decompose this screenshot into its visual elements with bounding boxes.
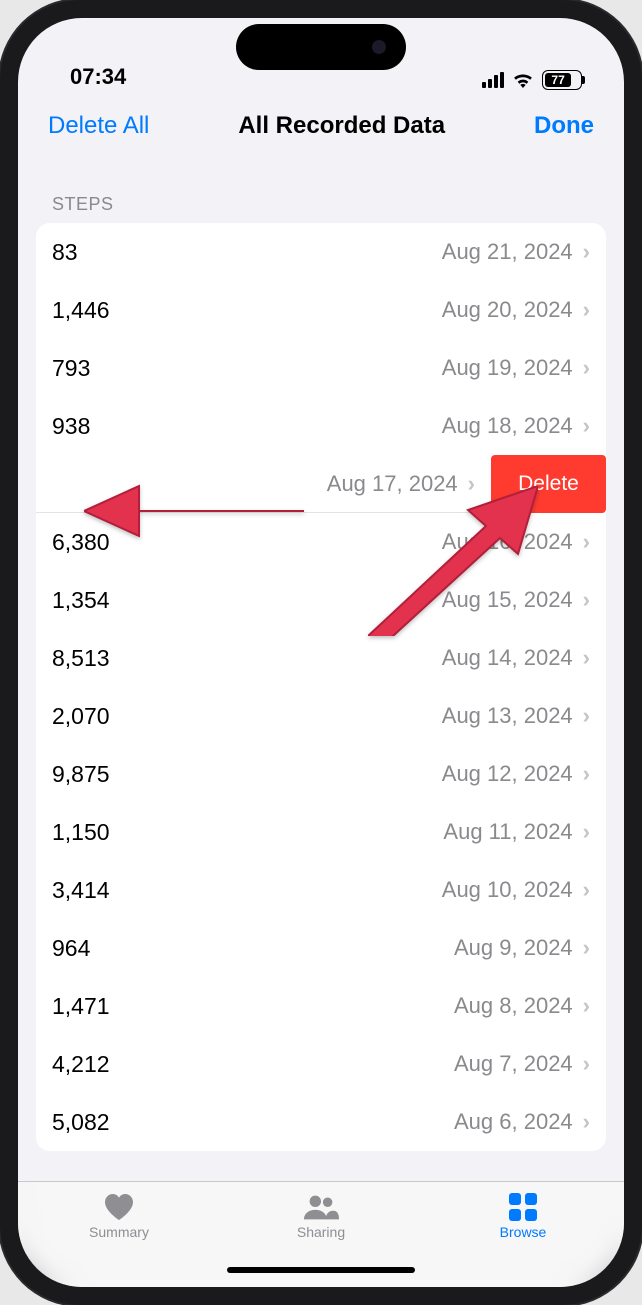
- table-row[interactable]: 1,446Aug 20, 2024 ›: [36, 281, 606, 339]
- step-count: 964: [52, 935, 454, 962]
- tab-browse[interactable]: Browse: [423, 1192, 623, 1240]
- record-date: Aug 18, 2024: [442, 413, 573, 439]
- table-row[interactable]: 938Aug 18, 2024 ›: [36, 397, 606, 455]
- chevron-right-icon: ›: [583, 645, 590, 671]
- chevron-right-icon: ›: [583, 993, 590, 1019]
- step-count: 8,513: [52, 645, 442, 672]
- record-date: Aug 8, 2024: [454, 993, 573, 1019]
- nav-bar: Delete All All Recorded Data Done: [18, 98, 624, 158]
- record-date: Aug 21, 2024: [442, 239, 573, 265]
- status-time: 07:34: [70, 64, 126, 90]
- table-row[interactable]: 5,082Aug 6, 2024 ›: [36, 1093, 606, 1151]
- table-row[interactable]: 4,212Aug 7, 2024 ›: [36, 1035, 606, 1093]
- record-date: Aug 7, 2024: [454, 1051, 573, 1077]
- record-date: Aug 15, 2024: [442, 587, 573, 613]
- table-row[interactable]: 8,513Aug 14, 2024 ›: [36, 629, 606, 687]
- chevron-right-icon: ›: [468, 471, 475, 497]
- record-date: Aug 12, 2024: [442, 761, 573, 787]
- dynamic-island: [236, 24, 406, 70]
- table-row[interactable]: 83Aug 21, 2024 ›: [36, 223, 606, 281]
- tab-label: Browse: [500, 1224, 547, 1240]
- chevron-right-icon: ›: [583, 529, 590, 555]
- tab-summary[interactable]: Summary: [19, 1192, 219, 1240]
- table-row[interactable]: 793Aug 19, 2024 ›: [36, 339, 606, 397]
- section-header: STEPS: [18, 158, 624, 223]
- people-icon: [303, 1192, 339, 1222]
- cellular-icon: [482, 72, 504, 88]
- record-date: Aug 16, 2024: [442, 529, 573, 555]
- table-row[interactable]: 1,150Aug 11, 2024 ›: [36, 803, 606, 861]
- record-date: Aug 19, 2024: [442, 355, 573, 381]
- table-row[interactable]: 964Aug 9, 2024 ›: [36, 919, 606, 977]
- steps-list[interactable]: 83Aug 21, 2024›1,446Aug 20, 2024›793Aug …: [36, 223, 606, 1151]
- record-date: Aug 9, 2024: [454, 935, 573, 961]
- tab-label: Sharing: [297, 1224, 345, 1240]
- record-date: Aug 17, 2024: [327, 471, 458, 497]
- chevron-right-icon: ›: [583, 1051, 590, 1077]
- heart-icon: [101, 1192, 137, 1222]
- battery-icon: 77: [542, 70, 582, 90]
- table-row[interactable]: 3,414Aug 10, 2024 ›: [36, 861, 606, 919]
- chevron-right-icon: ›: [583, 761, 590, 787]
- chevron-right-icon: ›: [583, 355, 590, 381]
- chevron-right-icon: ›: [583, 935, 590, 961]
- chevron-right-icon: ›: [583, 239, 590, 265]
- step-count: 6,380: [52, 529, 442, 556]
- record-date: Aug 20, 2024: [442, 297, 573, 323]
- record-date: Aug 13, 2024: [442, 703, 573, 729]
- battery-level: 77: [545, 73, 571, 87]
- page-title: All Recorded Data: [238, 112, 445, 140]
- chevron-right-icon: ›: [583, 297, 590, 323]
- step-count: 1,150: [52, 819, 443, 846]
- home-indicator[interactable]: [227, 1267, 415, 1273]
- step-count: 3,414: [52, 877, 442, 904]
- step-count: 83: [52, 239, 442, 266]
- delete-button[interactable]: Delete: [491, 455, 606, 513]
- table-row[interactable]: 9,875Aug 12, 2024 ›: [36, 745, 606, 803]
- step-count: 1,446: [52, 297, 442, 324]
- record-date: Aug 6, 2024: [454, 1109, 573, 1135]
- grid-icon: [505, 1192, 541, 1222]
- delete-all-button[interactable]: Delete All: [48, 112, 149, 140]
- step-count: 1,354: [52, 587, 442, 614]
- tab-sharing[interactable]: Sharing: [221, 1192, 421, 1240]
- chevron-right-icon: ›: [583, 1109, 590, 1135]
- screen: 07:34 77 Delete All All Recorded Data Do…: [18, 18, 624, 1287]
- record-date: Aug 11, 2024: [443, 819, 572, 845]
- wifi-icon: [512, 72, 534, 88]
- table-row[interactable]: 1,354Aug 15, 2024 ›: [36, 571, 606, 629]
- step-count: 9,875: [52, 761, 442, 788]
- status-indicators: 77: [482, 70, 582, 90]
- tab-label: Summary: [89, 1224, 149, 1240]
- chevron-right-icon: ›: [583, 819, 590, 845]
- done-button[interactable]: Done: [534, 112, 594, 140]
- device-frame: 07:34 77 Delete All All Recorded Data Do…: [0, 0, 642, 1305]
- list-wrap: 83Aug 21, 2024›1,446Aug 20, 2024›793Aug …: [18, 223, 624, 1181]
- chevron-right-icon: ›: [583, 587, 590, 613]
- record-date: Aug 10, 2024: [442, 877, 573, 903]
- chevron-right-icon: ›: [583, 877, 590, 903]
- chevron-right-icon: ›: [583, 413, 590, 439]
- step-count: 4,212: [52, 1051, 454, 1078]
- chevron-right-icon: ›: [583, 703, 590, 729]
- table-row[interactable]: 6,380Aug 16, 2024 ›: [36, 513, 606, 571]
- step-count: 1,471: [52, 993, 454, 1020]
- record-date: Aug 14, 2024: [442, 645, 573, 671]
- table-row[interactable]: 1,471Aug 8, 2024 ›: [36, 977, 606, 1035]
- step-count: 5,082: [52, 1109, 454, 1136]
- table-row[interactable]: 2,070Aug 13, 2024 ›: [36, 687, 606, 745]
- step-count: 938: [52, 413, 442, 440]
- step-count: 793: [52, 355, 442, 382]
- step-count: 2,070: [52, 703, 442, 730]
- table-row[interactable]: Aug 17, 2024 › Delete: [36, 455, 606, 513]
